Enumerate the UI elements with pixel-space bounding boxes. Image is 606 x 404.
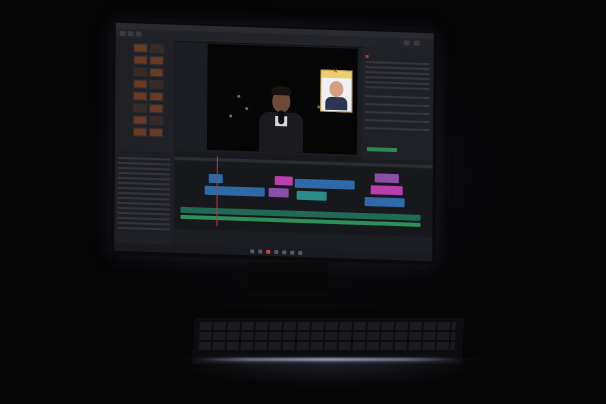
inspector-row[interactable] <box>365 61 430 66</box>
bokeh-light <box>237 94 241 98</box>
video-clip[interactable] <box>268 187 289 198</box>
media-thumbnail[interactable] <box>149 91 164 102</box>
inspector-enable-toggle[interactable] <box>366 147 397 153</box>
pip-face <box>329 80 344 98</box>
list-item[interactable] <box>117 196 170 201</box>
list-item[interactable] <box>117 161 170 166</box>
monitor: ✕ <box>111 20 437 266</box>
media-thumbnail[interactable] <box>149 55 164 66</box>
bokeh-light <box>245 107 249 111</box>
list-item[interactable] <box>117 166 170 171</box>
metadata-button[interactable] <box>413 40 420 46</box>
photo-scene: ✕ <box>0 0 606 404</box>
video-clip[interactable] <box>296 190 327 201</box>
list-item[interactable] <box>117 216 170 221</box>
list-item[interactable] <box>117 181 170 186</box>
inspector-keyframe-icon[interactable] <box>365 55 369 59</box>
fairlight-page-icon[interactable] <box>290 250 295 255</box>
edit-page-icon[interactable] <box>266 249 271 254</box>
video-clip[interactable] <box>294 178 355 190</box>
inspector-row[interactable] <box>365 119 430 124</box>
presenter-figure <box>258 85 304 153</box>
media-thumbnail[interactable] <box>133 91 148 101</box>
inspector-row[interactable] <box>365 71 430 76</box>
media-thumbnail[interactable] <box>149 67 164 78</box>
media-thumbnail[interactable] <box>133 127 148 137</box>
presenter-hair <box>271 85 292 96</box>
media-thumbnail[interactable] <box>133 115 148 125</box>
media-thumbnail[interactable] <box>149 103 164 114</box>
list-item[interactable] <box>117 176 170 181</box>
video-clip[interactable] <box>204 185 265 197</box>
list-item[interactable] <box>117 221 170 226</box>
inspector-button[interactable] <box>403 40 410 46</box>
video-clip[interactable] <box>364 197 405 208</box>
key-row <box>199 332 456 340</box>
inspector-row[interactable] <box>365 76 430 81</box>
inspector-row[interactable] <box>365 86 430 91</box>
pip-suit <box>325 96 348 111</box>
list-item[interactable] <box>117 156 170 161</box>
color-page-icon[interactable] <box>282 250 287 255</box>
media-thumbnail[interactable] <box>149 79 164 90</box>
inspector-row[interactable] <box>365 111 430 116</box>
fusion-page-icon[interactable] <box>274 250 279 255</box>
video-clip[interactable] <box>374 173 399 184</box>
list-item[interactable] <box>117 211 170 216</box>
inspector-row[interactable] <box>365 66 430 71</box>
video-viewer[interactable]: ✕ <box>206 43 358 155</box>
bokeh-light <box>229 114 233 118</box>
inspector-panel <box>360 46 434 162</box>
media-thumbnail[interactable] <box>149 43 164 54</box>
media-thumbnail[interactable] <box>149 115 164 126</box>
clip-list-panel <box>114 152 173 245</box>
picture-in-picture-overlay[interactable]: ✕ <box>320 66 353 113</box>
video-clip[interactable] <box>370 185 403 196</box>
inspector-row[interactable] <box>365 95 430 100</box>
deliver-page-icon[interactable] <box>298 250 303 255</box>
media-thumbnail[interactable] <box>133 43 148 53</box>
desk-reflection <box>170 358 490 388</box>
timeline-panel[interactable] <box>174 160 433 238</box>
list-item[interactable] <box>117 226 170 231</box>
microphone <box>278 110 285 125</box>
media-thumbnail[interactable] <box>149 127 164 138</box>
list-item[interactable] <box>117 186 170 191</box>
monitor-stand <box>248 262 328 292</box>
media-thumbnail[interactable] <box>133 103 148 113</box>
cut-page-icon[interactable] <box>258 249 263 254</box>
media-pool-button[interactable] <box>119 30 126 37</box>
inspector-row[interactable] <box>365 127 430 132</box>
list-item[interactable] <box>117 206 170 211</box>
list-item[interactable] <box>117 171 170 176</box>
list-item[interactable] <box>117 191 170 196</box>
key-row <box>199 322 456 330</box>
media-pool-panel <box>114 38 174 153</box>
video-clip[interactable] <box>274 176 293 186</box>
media-page-icon[interactable] <box>250 249 255 254</box>
inspector-row[interactable] <box>365 103 430 108</box>
media-thumbnail[interactable] <box>133 79 148 89</box>
pip-cross-icon: ✕ <box>332 66 339 76</box>
effects-button[interactable] <box>127 31 134 37</box>
media-thumbnail[interactable] <box>133 67 148 77</box>
inspector-row[interactable] <box>365 81 430 86</box>
media-thumbnail[interactable] <box>133 55 148 65</box>
edit-index-button[interactable] <box>135 31 142 37</box>
list-item[interactable] <box>117 201 170 206</box>
key-row <box>198 342 455 350</box>
monitor-screen: ✕ <box>114 22 434 262</box>
